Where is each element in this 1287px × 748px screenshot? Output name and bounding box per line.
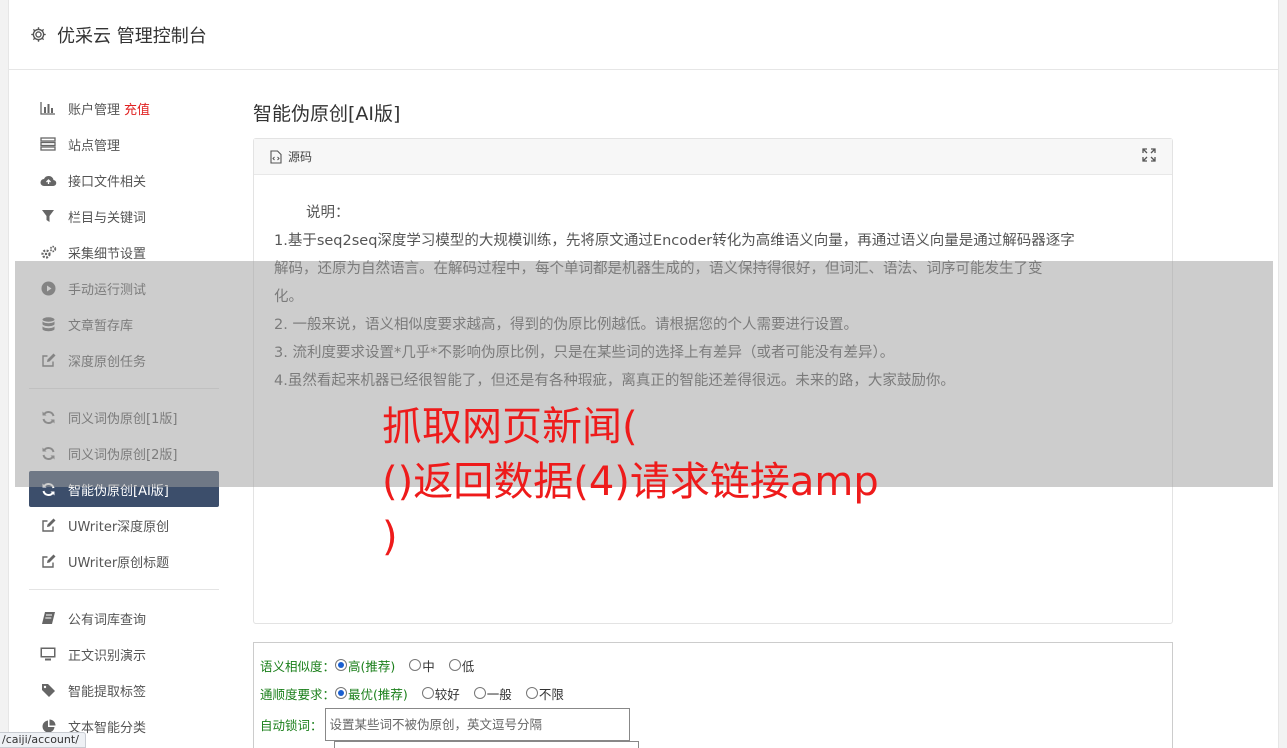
description-line: 化。 [274, 289, 303, 305]
description-line: 1.基于seq2seq深度学习模型的大规模训练，先将原文通过Encoder转化为… [274, 233, 1075, 249]
sidebar-item-label: 账户管理 [68, 102, 121, 118]
sidebar-item-label: 采集细节设置 [68, 246, 147, 262]
lock-words-row: 自动锁词： 设置某些词不被伪原创，英文逗号分隔 [260, 707, 1172, 741]
sidebar-item-label: 正文识别演示 [68, 648, 147, 664]
description-line: 4.虽然看起来机器已经很智能了，但还是有各种瑕疵，离真正的智能还差得很远。未来的… [274, 373, 955, 389]
sidebar-item-extract-tags[interactable]: 智能提取标签 [29, 672, 219, 708]
sidebar-item-uwriter-deep[interactable]: UWriter深度原创 [29, 507, 219, 543]
similarity-label: 语义相似度： [260, 658, 336, 674]
caption-line: ) [382, 514, 398, 560]
sidebar-divider [29, 589, 219, 590]
sidebar-item-label: 公有词库查询 [68, 612, 147, 628]
top-bar: 优采云 管理控制台 [9, 0, 1278, 70]
description-text: 说明： 1.基于seq2seq深度学习模型的大规模训练，先将原文通过Encode… [254, 175, 1172, 395]
panel-title: 源码 [288, 150, 313, 164]
sidebar-item-label: 深度原创任务 [68, 354, 147, 370]
sidebar-item-sites[interactable]: 站点管理 [29, 126, 219, 162]
cogs-icon [39, 243, 57, 261]
description-heading: 说明： [306, 205, 350, 221]
sidebar-divider [29, 388, 219, 389]
similarity-option-medium[interactable]: 中 [409, 656, 435, 675]
sidebar-item-public-lexicon[interactable]: 公有词库查询 [29, 600, 219, 636]
refresh-icon [39, 408, 57, 426]
refresh-icon [39, 444, 57, 462]
fluency-row: 通顺度要求： 最优(推荐) 较好 一般 不限 [260, 679, 1172, 707]
sidebar-item-label: UWriter原创标题 [68, 555, 170, 571]
sidebar-item-collection-settings[interactable]: 采集细节设置 [29, 234, 219, 270]
next-row [260, 741, 1172, 748]
sidebar-item-label: 手动运行测试 [68, 282, 147, 298]
sidebar-item-deep-original-task[interactable]: 深度原创任务 [29, 342, 219, 378]
description-line: 3. 流利度要求设置*几乎*不影响伪原比例，只是在某些词的选择上有差异（或者可能… [274, 345, 895, 361]
sidebar-item-synonym-v1[interactable]: 同义词伪原创[1版] [29, 399, 219, 435]
edit-icon [39, 552, 57, 570]
lock-words-input[interactable]: 设置某些词不被伪原创，英文逗号分隔 [324, 707, 630, 741]
page-title: 智能伪原创[AI版] [253, 103, 401, 125]
fluency-label: 通顺度要求： [260, 686, 336, 702]
sidebar-item-account[interactable]: 账户管理 充值 [29, 90, 219, 126]
sidebar: 账户管理 充值 站点管理 接口文件相关 栏目与关键词 采集细节设置 手动运行测试… [29, 90, 219, 744]
sidebar-item-label: 同义词伪原创[1版] [68, 411, 178, 427]
sidebar-item-label: 栏目与关键词 [68, 210, 147, 226]
radio-button[interactable] [335, 659, 348, 671]
sidebar-item-text-recognition[interactable]: 正文识别演示 [29, 636, 219, 672]
edit-icon [39, 351, 57, 369]
sidebar-item-label: 智能伪原创[AI版] [68, 483, 169, 499]
sidebar-item-interface-files[interactable]: 接口文件相关 [29, 162, 219, 198]
gear-icon [29, 26, 47, 44]
bar-chart-icon [39, 99, 57, 117]
status-bar-url: /caiji/account/ [0, 732, 86, 748]
overlay-caption: 抓取网页新闻( ()返回数据(4)请求链接amp ) [382, 400, 942, 565]
sidebar-item-label: 文章暂存库 [68, 318, 134, 334]
fluency-option-normal[interactable]: 一般 [473, 684, 512, 703]
radio-button[interactable] [525, 687, 538, 699]
similarity-option-high[interactable]: 高(推荐) [335, 656, 395, 675]
sidebar-item-ai-rewrite[interactable]: 智能伪原创[AI版] [29, 471, 219, 507]
description-line: 解码，还原为自然语言。在解码过程中，每个单词都是机器生成的，语义保持得很好，但词… [274, 261, 1043, 277]
book-icon [39, 609, 57, 627]
sidebar-item-uwriter-title[interactable]: UWriter原创标题 [29, 543, 219, 579]
app-window: 优采云 管理控制台 账户管理 充值 站点管理 接口文件相关 栏目与关键词 采集细… [8, 0, 1279, 748]
filter-icon [39, 207, 57, 225]
lock-words-label: 自动锁词： [260, 717, 323, 733]
sidebar-item-label: 接口文件相关 [68, 174, 147, 190]
radio-button[interactable] [409, 659, 422, 671]
cloud-upload-icon [39, 171, 57, 189]
sidebar-item-manual-run[interactable]: 手动运行测试 [29, 270, 219, 306]
fluency-option-good[interactable]: 较好 [421, 684, 460, 703]
panel-header: 源码 [254, 139, 1172, 175]
server-icon [39, 135, 57, 153]
fluency-option-unlimited[interactable]: 不限 [525, 684, 564, 703]
code-file-icon [270, 149, 282, 164]
similarity-option-low[interactable]: 低 [448, 656, 474, 675]
play-circle-icon [39, 279, 57, 297]
edit-icon [39, 516, 57, 534]
settings-form: 语义相似度： 高(推荐) 中 低 通顺度要求： 最优(推荐) 较好 一般 不限 … [253, 642, 1173, 748]
sidebar-item-label: 同义词伪原创[2版] [68, 447, 178, 463]
radio-button[interactable] [473, 687, 486, 699]
sidebar-item-article-storage[interactable]: 文章暂存库 [29, 306, 219, 342]
next-input[interactable] [334, 741, 639, 748]
app-title: 优采云 管理控制台 [57, 25, 207, 47]
radio-button[interactable] [421, 687, 434, 699]
caption-line: ()返回数据(4)请求链接amp [382, 459, 879, 505]
description-line: 2. 一般来说，语义相似度要求越高，得到的伪原比例越低。请根据您的个人需要进行设… [274, 317, 858, 333]
sidebar-item-label: UWriter深度原创 [68, 519, 170, 535]
sidebar-item-label: 智能提取标签 [68, 684, 147, 700]
monitor-icon [39, 645, 57, 663]
sidebar-item-synonym-v2[interactable]: 同义词伪原创[2版] [29, 435, 219, 471]
fluency-option-best[interactable]: 最优(推荐) [335, 684, 408, 703]
fullscreen-icon[interactable] [1142, 148, 1156, 165]
radio-button[interactable] [448, 659, 461, 671]
refresh-icon [39, 480, 57, 498]
radio-button[interactable] [335, 687, 348, 699]
recharge-link[interactable]: 充值 [124, 99, 150, 118]
similarity-row: 语义相似度： 高(推荐) 中 低 [260, 651, 1172, 679]
caption-line: 抓取网页新闻( [382, 404, 638, 450]
database-icon [39, 315, 57, 333]
tag-icon [39, 681, 57, 699]
sidebar-item-label: 站点管理 [68, 138, 121, 154]
sidebar-item-columns-keywords[interactable]: 栏目与关键词 [29, 198, 219, 234]
